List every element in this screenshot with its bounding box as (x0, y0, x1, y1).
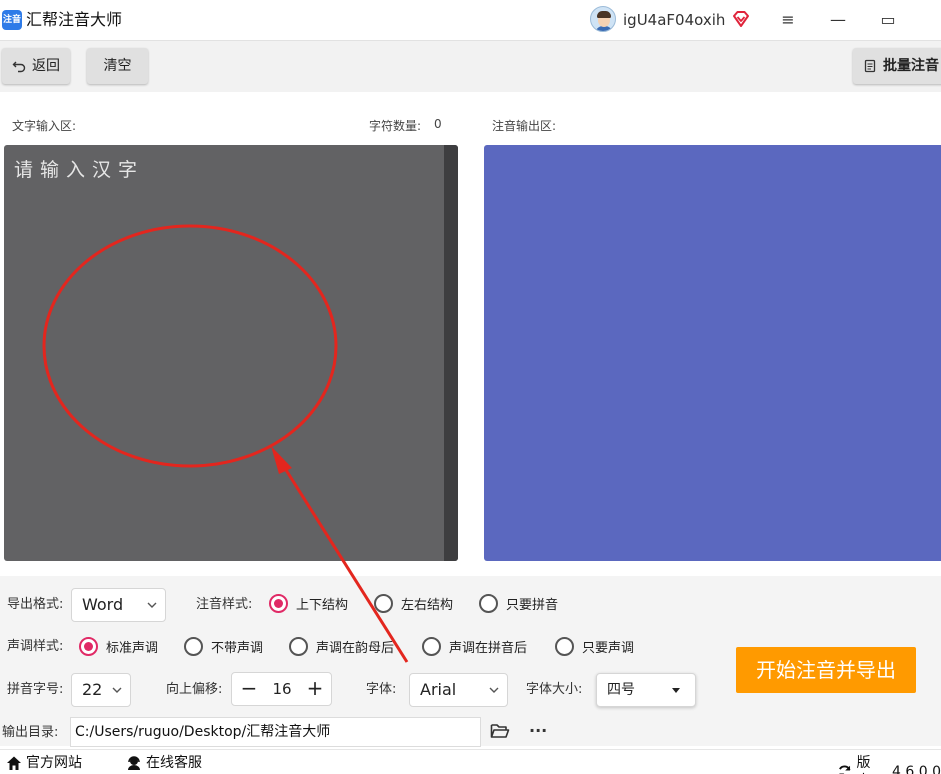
font-value: Arial (420, 680, 457, 699)
increment-button[interactable]: + (300, 673, 330, 705)
radio-circle (289, 637, 308, 656)
radio-standard-tone[interactable]: 标准声调 (79, 637, 158, 656)
back-button[interactable]: 返回 (2, 48, 70, 84)
input-scrollbar[interactable] (444, 145, 458, 561)
char-count-value: 0 (434, 117, 442, 131)
version-info[interactable]: 版本: 4.6.0.0 (837, 754, 941, 774)
radio-top-bottom[interactable]: 上下结构 (269, 594, 348, 613)
radio-no-tone[interactable]: 不带声调 (184, 637, 263, 656)
char-count-label: 字符数量: (369, 119, 422, 133)
radio-left-right[interactable]: 左右结构 (374, 594, 453, 613)
username[interactable]: igU4aF04oxih (623, 10, 725, 30)
app-title: 汇帮注音大师 (26, 10, 123, 29)
radio-label: 只要拼音 (506, 598, 559, 613)
refresh-icon (839, 765, 851, 774)
input-panel-label: 文字输入区: (12, 119, 77, 133)
radio-label: 不带声调 (211, 641, 264, 656)
radio-label: 标准声调 (106, 641, 159, 656)
title-bar: 注音 汇帮注音大师 igU4aF04oxih ≡ — ▭ (0, 0, 941, 40)
clear-label: 清空 (103, 58, 132, 74)
export-format-select[interactable]: Word (71, 588, 166, 622)
toolbar: 返回 清空 批量注音 (0, 40, 941, 92)
radio-circle (79, 637, 98, 656)
status-bar: 官方网站 在线客服 版本: 4.6.0.0 (0, 749, 941, 774)
radio-circle (422, 637, 441, 656)
folder-open-icon[interactable] (490, 722, 510, 740)
batch-annotate-button[interactable]: 批量注音 (853, 48, 941, 84)
menu-button[interactable]: ≡ (776, 8, 800, 32)
radio-circle (479, 594, 498, 613)
radio-label: 左右结构 (401, 598, 454, 613)
font-label: 字体: (366, 682, 397, 697)
radio-tone-only[interactable]: 只要声调 (555, 637, 634, 656)
back-arrow-icon (12, 61, 26, 73)
more-options-button[interactable]: ··· (529, 721, 547, 740)
annotation-style-label: 注音样式: (196, 597, 253, 612)
input-placeholder: 请输入汉字 (14, 159, 145, 181)
pinyin-size-value: 22 (82, 680, 103, 699)
document-icon (864, 59, 876, 73)
font-select[interactable]: Arial (409, 673, 508, 707)
text-input-area[interactable]: 请输入汉字 (4, 145, 458, 561)
version-label: 版本: (856, 755, 875, 774)
font-size-select[interactable]: 四号 (596, 673, 696, 707)
radio-circle (555, 637, 574, 656)
user-avatar[interactable] (590, 6, 616, 32)
offset-label: 向上偏移: (166, 682, 223, 697)
radio-circle (269, 594, 288, 613)
chevron-down-icon (112, 687, 122, 693)
version-value: 4.6.0.0 (892, 764, 941, 774)
maximize-button[interactable]: ▭ (876, 8, 900, 32)
back-label: 返回 (32, 58, 60, 74)
radio-label: 声调在韵母后 (316, 641, 395, 656)
export-format-label: 导出格式: (7, 597, 64, 612)
home-icon (7, 756, 21, 770)
offset-stepper[interactable]: − 16 + (231, 672, 332, 706)
output-panel-label: 注音输出区: (492, 119, 557, 133)
vip-diamond-icon[interactable] (731, 9, 751, 29)
radio-circle (184, 637, 203, 656)
chevron-down-icon (489, 687, 499, 693)
support-label: 在线客服 (146, 755, 202, 771)
export-format-value: Word (82, 595, 124, 614)
headset-icon (128, 756, 140, 770)
start-export-button[interactable]: 开始注音并导出 (736, 647, 916, 693)
caret-down-icon (672, 688, 680, 693)
support-link[interactable]: 在线客服 (126, 754, 202, 772)
radio-label: 声调在拼音后 (449, 641, 528, 656)
decrement-button[interactable]: − (234, 673, 264, 705)
website-label: 官方网站 (26, 755, 82, 771)
tone-style-label: 声调样式: (7, 639, 64, 654)
pinyin-output-area[interactable] (484, 145, 941, 561)
minimize-button[interactable]: — (826, 8, 850, 32)
chevron-down-icon (147, 602, 157, 608)
clear-button[interactable]: 清空 (87, 48, 148, 84)
radio-pinyin-only[interactable]: 只要拼音 (479, 594, 558, 613)
app-logo-icon: 注音 (2, 10, 22, 30)
radio-circle (374, 594, 393, 613)
radio-label: 只要声调 (582, 641, 635, 656)
offset-value[interactable]: 16 (262, 673, 302, 705)
radio-label: 上下结构 (296, 598, 349, 613)
font-size-label: 字体大小: (526, 682, 583, 697)
pinyin-size-label: 拼音字号: (7, 682, 64, 697)
output-dir-label: 输出目录: (2, 725, 59, 740)
output-dir-field[interactable]: C:/Users/ruguo/Desktop/汇帮注音大师 (70, 717, 481, 747)
pinyin-size-select[interactable]: 22 (71, 673, 131, 707)
radio-tone-after-pinyin[interactable]: 声调在拼音后 (422, 637, 527, 656)
batch-annotate-label: 批量注音 (883, 58, 939, 74)
website-link[interactable]: 官方网站 (6, 754, 82, 772)
font-size-value: 四号 (607, 682, 635, 698)
radio-tone-after-final[interactable]: 声调在韵母后 (289, 637, 394, 656)
